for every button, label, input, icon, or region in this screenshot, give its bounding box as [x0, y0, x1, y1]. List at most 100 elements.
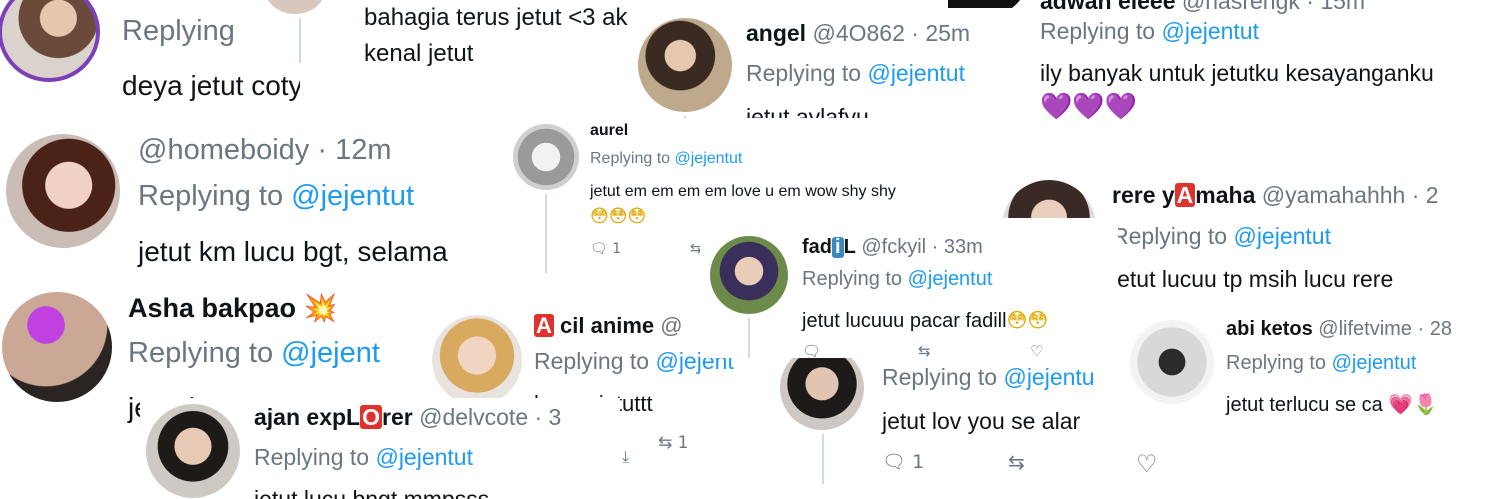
thread-line — [822, 434, 824, 484]
avatar-girl-short-hair[interactable] — [780, 346, 864, 430]
share-icon[interactable]: ⤓ — [622, 447, 629, 463]
replying-to: Replying to @jejentut — [1112, 223, 1331, 250]
user-name: A cil anime @ — [534, 313, 683, 339]
tweet-text: jetut lucuuu pacar fadill😳😳 — [802, 308, 1048, 333]
replying-to: Replying to @jejentut — [1040, 18, 1259, 45]
thread-line — [545, 194, 547, 273]
reply-icon: 🗨 — [882, 451, 907, 473]
flushed-emojis: 😳😳😳 — [590, 206, 647, 227]
display-name-a: rere y — [1112, 182, 1175, 208]
mention-link[interactable]: @jejentut — [675, 150, 743, 167]
avatar-anime-boy[interactable] — [710, 236, 788, 314]
tweet-meta: @lifetvime · 28 — [1318, 318, 1452, 340]
tweet-text-body: jetut lucuuu pacar fadill — [802, 310, 1007, 332]
mention-link[interactable]: @jejentut — [908, 268, 993, 290]
replying-label: Replying to — [882, 364, 1004, 390]
retweet-icon[interactable]: ⇆ — [918, 342, 931, 358]
tweet-meta: @fckyil · 33m — [861, 236, 983, 258]
display-name-b: L — [843, 236, 856, 258]
reply-count: 1 — [612, 241, 622, 257]
tweet-text: jetut terlucu se ca 💗🌷 — [1226, 392, 1438, 417]
tweet-card-9[interactable]: fad i L @fckyil · 33m Replying to @jejentu… — [700, 218, 1118, 358]
reply-action[interactable]: 🗨 1 — [882, 450, 924, 473]
tweet-meta: @delvcote · 3 — [419, 404, 562, 430]
user-name: fad i L @fckyil · 33m — [802, 236, 983, 259]
replying-label: Replying to — [1226, 352, 1332, 374]
avatar-girl-purple-ring[interactable] — [0, 0, 100, 82]
user-name: abi ketos @lifetvime · 28 — [1226, 318, 1452, 341]
tweet-text: jetut lov you se alar — [882, 408, 1081, 434]
heart-flower-emojis: 💗🌷 — [1388, 392, 1439, 416]
mention-link[interactable]: @jejentut — [291, 180, 414, 212]
user-name: angel @4O862 · 25m — [746, 20, 970, 47]
reply-count: 1 — [912, 451, 925, 473]
replying-label: Replying to — [802, 268, 908, 290]
tweet-text: jetut lucuu tp msih lucu rere — [1112, 266, 1394, 292]
replying-label: Replying to — [128, 337, 282, 369]
tweet-text: ily banyak untuk jetutku kesayanganku — [1040, 60, 1434, 86]
user-name-cut: adwah eleee @hasrengk · 15m — [1040, 0, 1365, 15]
avatar-girl-red[interactable] — [6, 134, 120, 248]
reply-icon: 🗨 — [590, 241, 608, 257]
replying-label: Replying to — [746, 60, 868, 86]
mention-link[interactable]: @jejentut — [375, 444, 473, 470]
avatar-acil[interactable] — [432, 315, 522, 405]
display-name: cil anime — [560, 313, 655, 338]
tweet-meta: @homeboidy · 12m — [138, 134, 392, 166]
replying-label: Replying to — [254, 444, 376, 470]
avatar-ajan[interactable] — [146, 404, 240, 498]
tweet-meta: @hasrengk · 15m — [1181, 0, 1366, 14]
tweet-card-2[interactable]: bahagia terus jetut <3 aku senang bisa k… — [252, 0, 642, 75]
replying-label: Replying to — [590, 150, 675, 167]
tweet-text-body: jetut terlucu se ca — [1226, 394, 1383, 416]
avatar-cut[interactable] — [264, 0, 326, 14]
mention-link[interactable]: @jejentu — [1003, 364, 1094, 390]
retweet-action[interactable]: ⇆ 1 — [658, 433, 688, 453]
purple-hearts: 💜💜💜 — [1040, 92, 1138, 122]
mention-link[interactable]: @jejentut — [1332, 352, 1417, 374]
avatar-hearts[interactable] — [2, 292, 112, 402]
tweet-text: jetut km lucu bgt, selama — [138, 236, 448, 267]
replying-to: Replying to @jejentut — [254, 444, 473, 471]
reply-action[interactable]: 🗨 1 — [590, 241, 621, 257]
replying-to: Replying to @jejentut — [802, 268, 992, 291]
reply-icon[interactable]: 🗨 — [802, 342, 821, 358]
mention-link[interactable]: @jejent — [281, 337, 380, 369]
tweet-meta: @4O862 · 25m — [812, 20, 971, 46]
tweet-card-11[interactable]: abi ketos @lifetvime · 28 Replying to @j… — [1120, 308, 1499, 443]
retweet-icon[interactable]: ⇆ — [1008, 450, 1025, 474]
badge-a: A — [1174, 182, 1196, 208]
badge-info: i — [832, 237, 844, 258]
mention-link[interactable]: @jejentut — [867, 60, 965, 86]
display-name: aurel — [590, 122, 629, 139]
badge-a: A — [534, 313, 554, 338]
tweet-card-12[interactable]: Replying to @jejentu jetut lov you se al… — [768, 340, 1108, 490]
display-name-a: ajan expL — [254, 404, 361, 430]
tweet-card-13[interactable]: ajan expLOrer @delvcote · 3 Replying to … — [140, 398, 620, 499]
collision-emoji: 💥 — [303, 293, 338, 324]
tweet-text: jetut em em em em love u em wow shy shy — [590, 183, 896, 200]
avatar-hoodie[interactable] — [1130, 320, 1214, 404]
display-name: Asha bakpao — [128, 293, 297, 323]
mention-link[interactable]: @jejentut — [1161, 18, 1259, 44]
user-name: Asha bakpao 💥 — [128, 292, 337, 324]
replying-to: Replying to @jejentu — [882, 364, 1095, 391]
tweet-text: jetut lucu bngt mmpsss — [254, 486, 490, 499]
like-icon[interactable]: ♡ — [1136, 450, 1158, 478]
thread-line — [299, 18, 301, 63]
tweet-card-4[interactable]: adwah eleee @hasrengk · 15m Replying to … — [948, 0, 1499, 135]
tweet-text-line-2: kenal jetut — [364, 40, 474, 67]
display-name: abi ketos — [1226, 318, 1313, 340]
avatar-angel[interactable] — [638, 18, 732, 112]
display-name: angel — [746, 20, 807, 46]
tweet-card-5[interactable]: @homeboidy · 12m Replying to @jejentut j… — [0, 120, 520, 280]
replying-label: Replying to — [534, 348, 656, 374]
mention-link[interactable]: @jejentut — [1233, 223, 1331, 249]
avatar-cat[interactable] — [513, 124, 579, 190]
retweet-icon: ⇆ — [658, 433, 673, 453]
like-icon[interactable]: ♡ — [1030, 342, 1043, 358]
replying-label: Replying to — [1040, 18, 1162, 44]
replying-to: Replying to @jejentut — [1226, 352, 1416, 375]
retweet-count: 1 — [677, 433, 689, 453]
user-name: rere yAmaha @yamahahhh · 2 — [1112, 182, 1439, 209]
